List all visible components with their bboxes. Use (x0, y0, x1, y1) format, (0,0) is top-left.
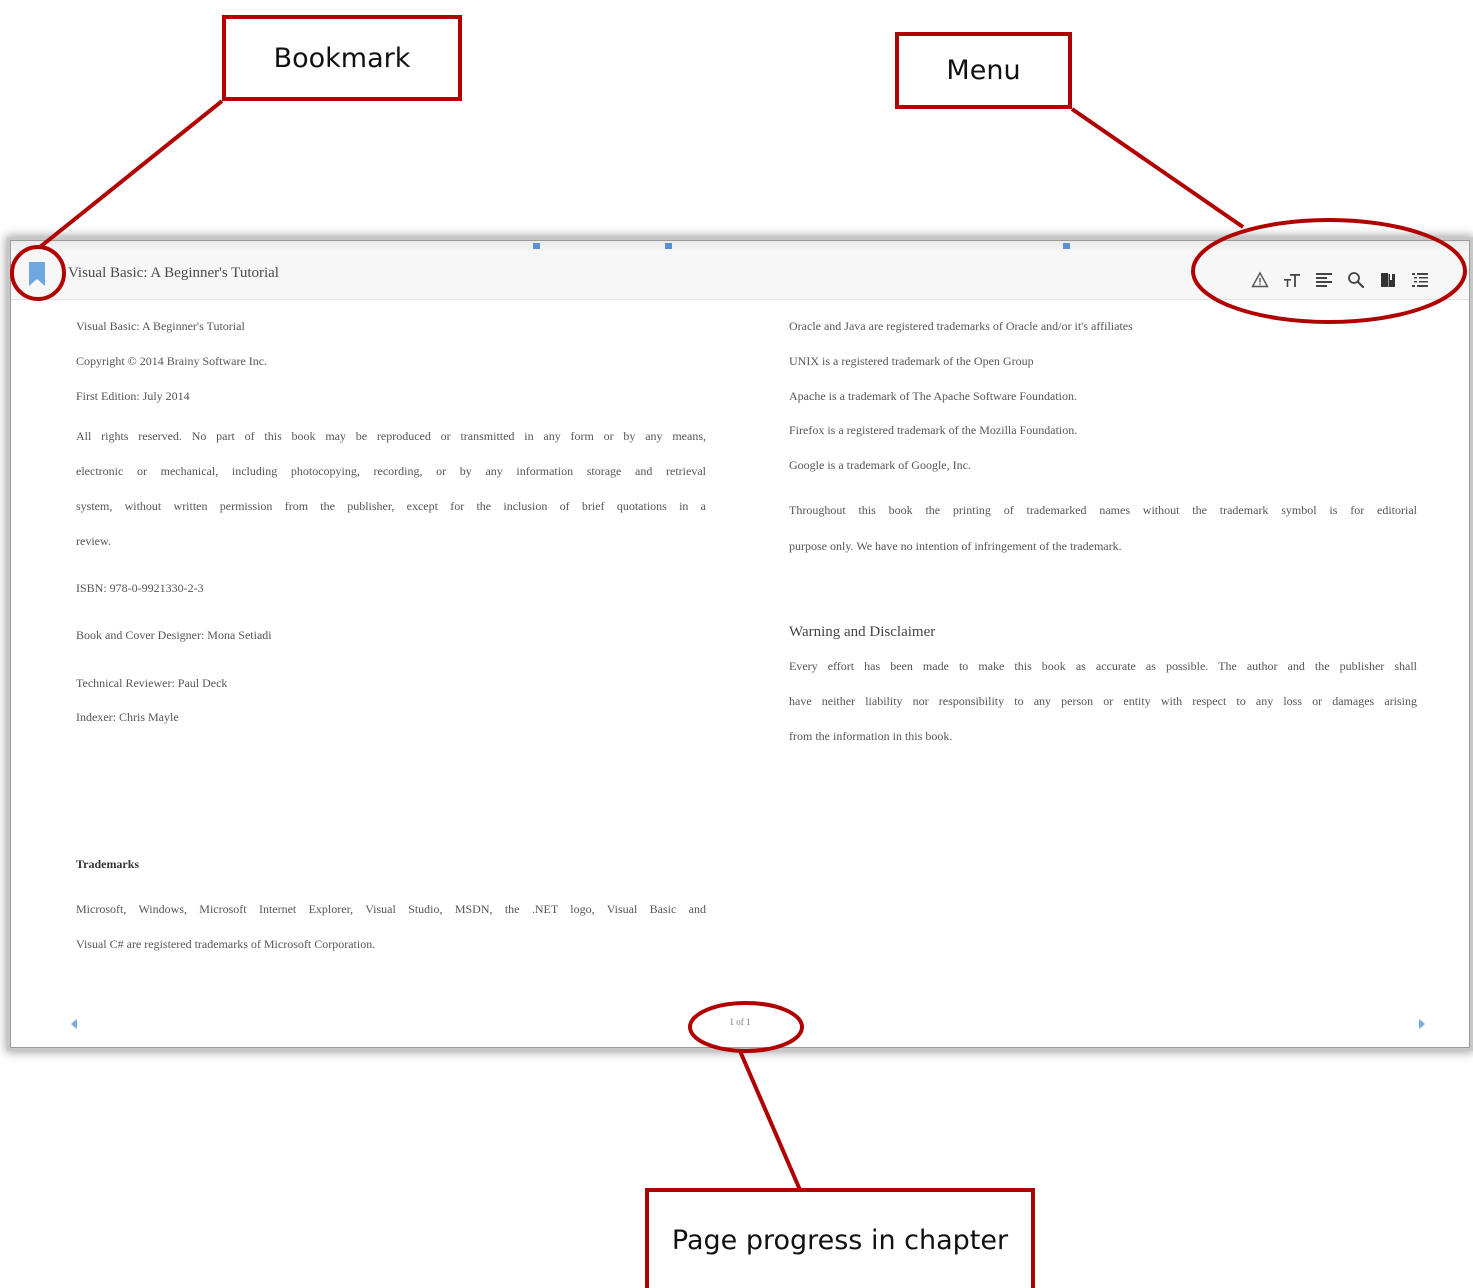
paragraph-line: review. (76, 534, 111, 548)
paragraph-line: Microsoft, Windows, Microsoft Internet E… (76, 902, 706, 916)
isbn-text: ISBN: 978-0-9921330-2-3 (76, 581, 204, 595)
paragraph-line: All rights reserved. No part of this boo… (76, 429, 706, 443)
paragraph-line: Throughout this book the printing of tra… (789, 503, 1417, 517)
page-text: Visual Basic: A Beginner's Tutorial (76, 319, 245, 333)
paragraph-line: Every effort has been made to make this … (789, 659, 1417, 673)
book-icon[interactable] (1379, 271, 1397, 289)
menu-leader-line (1070, 107, 1245, 229)
trademarks-heading: Trademarks (76, 857, 140, 871)
ebook-reader-window: Visual Basic: A Beginner's Tutorial Visu… (10, 240, 1470, 1048)
page-text: Apache is a trademark of The Apache Soft… (789, 389, 1078, 403)
paragraph-line: purpose only. We have no intention of in… (789, 539, 1122, 553)
paragraph-line: electronic or mechanical, including phot… (76, 464, 706, 478)
paragraph-line: have neither liability nor responsibilit… (789, 694, 1417, 708)
bookmark-leader-line (38, 99, 224, 249)
page-progress-callout-label: Page progress in chapter (671, 1224, 1009, 1256)
menu-callout-label: Menu (946, 55, 1021, 86)
page-progress-leader-line (738, 1050, 802, 1191)
warning-heading: Warning and Disclaimer (789, 624, 936, 640)
page-text: First Edition: July 2014 (76, 389, 190, 403)
reader-header: Visual Basic: A Beginner's Tutorial (11, 251, 1469, 300)
strip-marker (1063, 243, 1070, 249)
page-text: Firefox is a registered trademark of the… (789, 423, 1078, 437)
page-text: Copyright © 2014 Brainy Software Inc. (76, 354, 268, 368)
bookmark-callout-label: Bookmark (273, 42, 411, 74)
page-text: Technical Reviewer: Paul Deck (76, 676, 228, 690)
page-text: Oracle and Java are registered trademark… (789, 319, 1133, 333)
strip-marker (533, 243, 540, 249)
page-progress-indicator: 1 of 1 (729, 1017, 751, 1027)
top-strip (11, 241, 1469, 251)
paragraph-line: system, without written permission from … (76, 499, 706, 513)
next-page-arrow-icon[interactable] (1417, 1017, 1427, 1029)
paragraph-line: Visual C# are registered trademarks of M… (76, 937, 376, 951)
paragraph-line: from the information in this book. (789, 729, 953, 743)
search-icon[interactable] (1347, 271, 1365, 289)
bookmark-callout: Bookmark (222, 15, 462, 101)
page-progress-callout: Page progress in chapter (645, 1188, 1035, 1288)
toc-list-icon[interactable] (1411, 271, 1429, 289)
page-text: Indexer: Chris Mayle (76, 710, 179, 724)
menu-callout: Menu (895, 32, 1072, 109)
page-text: Book and Cover Designer: Mona Setiadi (76, 628, 272, 642)
warning-icon[interactable] (1251, 271, 1269, 289)
reader-menu (1251, 271, 1429, 289)
page-text: UNIX is a registered trademark of the Op… (789, 354, 1034, 368)
align-icon[interactable] (1315, 271, 1333, 289)
page-text: Google is a trademark of Google, Inc. (789, 458, 971, 472)
text-size-icon[interactable] (1283, 271, 1301, 289)
book-title: Visual Basic: A Beginner's Tutorial (68, 265, 279, 281)
bookmark-icon[interactable] (27, 262, 47, 287)
strip-marker (665, 243, 672, 249)
